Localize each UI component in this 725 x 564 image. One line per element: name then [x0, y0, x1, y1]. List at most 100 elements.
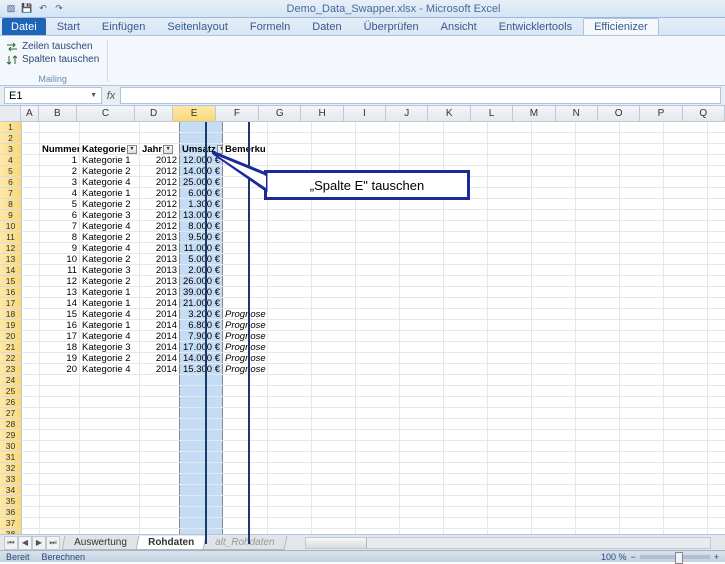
- cell-N7[interactable]: [576, 188, 620, 198]
- cell-D13[interactable]: 2013: [140, 254, 180, 264]
- cell-F33[interactable]: [223, 474, 268, 484]
- cell-L12[interactable]: [488, 243, 532, 253]
- cell-M14[interactable]: [532, 265, 576, 275]
- cell-I21[interactable]: [356, 342, 400, 352]
- cell-B23[interactable]: 20: [40, 364, 80, 374]
- cell-D15[interactable]: 2013: [140, 276, 180, 286]
- row-header-9[interactable]: 9: [0, 210, 22, 221]
- cell-G27[interactable]: [268, 408, 312, 418]
- cell-A7[interactable]: [22, 188, 40, 198]
- cell-O21[interactable]: [620, 342, 664, 352]
- cell-P21[interactable]: [664, 342, 708, 352]
- cell-H37[interactable]: [312, 518, 356, 528]
- cell-N25[interactable]: [576, 386, 620, 396]
- cell-P15[interactable]: [664, 276, 708, 286]
- cell-I31[interactable]: [356, 452, 400, 462]
- cell-E32[interactable]: [179, 463, 223, 473]
- cell-K30[interactable]: [444, 441, 488, 451]
- cell-I13[interactable]: [356, 254, 400, 264]
- sheet-tab-auswertung[interactable]: Auswertung: [62, 536, 140, 550]
- col-header-L[interactable]: L: [471, 106, 513, 121]
- cell-O5[interactable]: [620, 166, 664, 176]
- cell-J4[interactable]: [400, 155, 444, 165]
- cell-B32[interactable]: [40, 463, 80, 473]
- sheet-tab-alt-rohdaten[interactable]: alt_Rohdaten: [202, 536, 286, 550]
- cell-L1[interactable]: [488, 122, 532, 132]
- cell-A32[interactable]: [22, 463, 40, 473]
- row-header-30[interactable]: 30: [0, 441, 22, 452]
- cell-A12[interactable]: [22, 243, 40, 253]
- cell-L19[interactable]: [488, 320, 532, 330]
- row-header-8[interactable]: 8: [0, 199, 22, 210]
- cell-B24[interactable]: [40, 375, 80, 385]
- col-header-N[interactable]: N: [556, 106, 598, 121]
- cell-L7[interactable]: [488, 188, 532, 198]
- cell-M15[interactable]: [532, 276, 576, 286]
- cell-H23[interactable]: [312, 364, 356, 374]
- cell-M19[interactable]: [532, 320, 576, 330]
- cell-P22[interactable]: [664, 353, 708, 363]
- cell-I20[interactable]: [356, 331, 400, 341]
- cell-C1[interactable]: [80, 122, 140, 132]
- cell-M27[interactable]: [532, 408, 576, 418]
- cell-G19[interactable]: [268, 320, 312, 330]
- cell-B12[interactable]: 9: [40, 243, 80, 253]
- cell-G18[interactable]: [268, 309, 312, 319]
- cell-H28[interactable]: [312, 419, 356, 429]
- cell-Q18[interactable]: [708, 309, 725, 319]
- cell-K23[interactable]: [444, 364, 488, 374]
- cell-K32[interactable]: [444, 463, 488, 473]
- cell-K14[interactable]: [444, 265, 488, 275]
- cell-D10[interactable]: 2012: [140, 221, 180, 231]
- cell-I33[interactable]: [356, 474, 400, 484]
- cell-P12[interactable]: [664, 243, 708, 253]
- cell-A2[interactable]: [22, 133, 40, 143]
- cell-C34[interactable]: [80, 485, 140, 495]
- cell-O16[interactable]: [620, 287, 664, 297]
- cell-F29[interactable]: [223, 430, 268, 440]
- cell-I25[interactable]: [356, 386, 400, 396]
- cell-F21[interactable]: Prognose: [223, 342, 268, 352]
- cell-E13[interactable]: 5.000 €: [179, 254, 223, 264]
- cell-E29[interactable]: [179, 430, 223, 440]
- cell-A10[interactable]: [22, 221, 40, 231]
- cell-K8[interactable]: [444, 199, 488, 209]
- cell-Q1[interactable]: [708, 122, 725, 132]
- name-box[interactable]: E1 ▼: [4, 87, 102, 104]
- cell-H19[interactable]: [312, 320, 356, 330]
- cell-Q16[interactable]: [708, 287, 725, 297]
- cell-P24[interactable]: [664, 375, 708, 385]
- cell-H24[interactable]: [312, 375, 356, 385]
- cell-N28[interactable]: [576, 419, 620, 429]
- col-header-Q[interactable]: Q: [683, 106, 725, 121]
- cell-A5[interactable]: [22, 166, 40, 176]
- cell-O17[interactable]: [620, 298, 664, 308]
- cell-J29[interactable]: [400, 430, 444, 440]
- cell-C27[interactable]: [80, 408, 140, 418]
- cell-A14[interactable]: [22, 265, 40, 275]
- cell-E30[interactable]: [179, 441, 223, 451]
- cell-O23[interactable]: [620, 364, 664, 374]
- cell-Q30[interactable]: [708, 441, 725, 451]
- cell-J27[interactable]: [400, 408, 444, 418]
- cell-N34[interactable]: [576, 485, 620, 495]
- cell-B13[interactable]: 10: [40, 254, 80, 264]
- cell-F14[interactable]: [223, 265, 268, 275]
- cell-D5[interactable]: 2012: [140, 166, 180, 176]
- cell-K35[interactable]: [444, 496, 488, 506]
- cell-A17[interactable]: [22, 298, 40, 308]
- cell-N13[interactable]: [576, 254, 620, 264]
- cell-B33[interactable]: [40, 474, 80, 484]
- cell-E8[interactable]: 1.300 €: [179, 199, 223, 209]
- row-header-11[interactable]: 11: [0, 232, 22, 243]
- cell-K17[interactable]: [444, 298, 488, 308]
- cell-N36[interactable]: [576, 507, 620, 517]
- cell-N27[interactable]: [576, 408, 620, 418]
- col-header-J[interactable]: J: [386, 106, 428, 121]
- cell-K20[interactable]: [444, 331, 488, 341]
- fx-icon[interactable]: fx: [102, 90, 120, 102]
- cell-Q3[interactable]: [708, 144, 725, 154]
- cell-C33[interactable]: [80, 474, 140, 484]
- cell-M22[interactable]: [532, 353, 576, 363]
- cell-D6[interactable]: 2012: [140, 177, 180, 187]
